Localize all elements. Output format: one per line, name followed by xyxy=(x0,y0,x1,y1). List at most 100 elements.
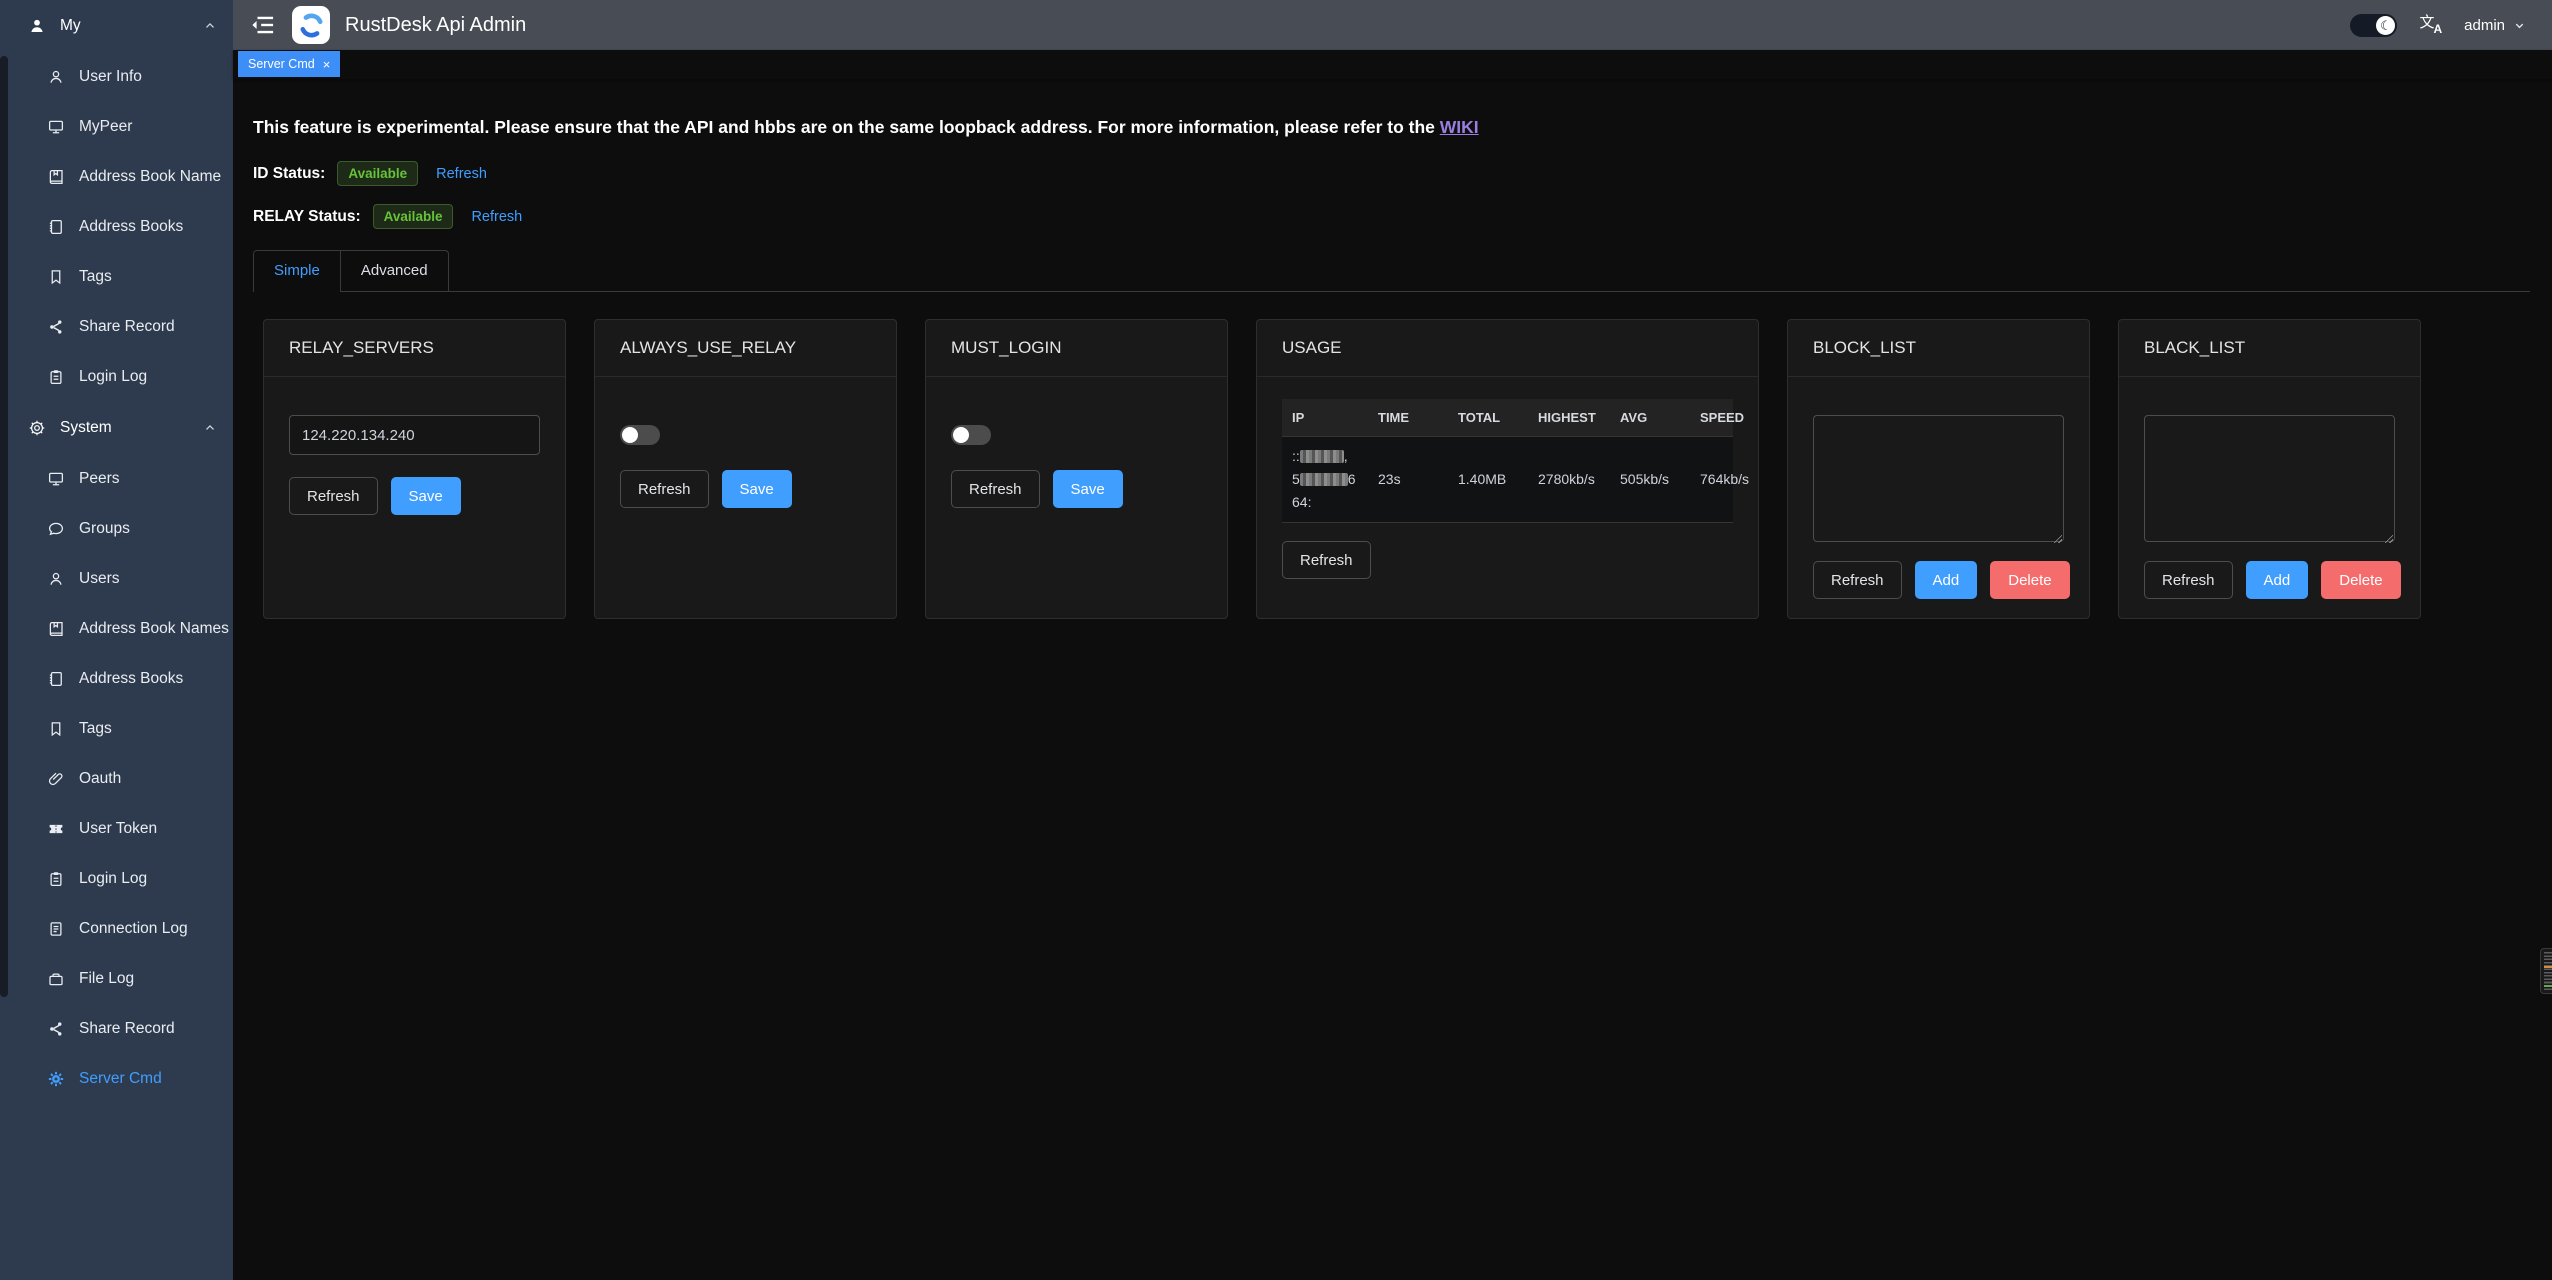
sidebar-item-connection-log[interactable]: Connection Log xyxy=(0,904,233,954)
sidebar-item-label: Groups xyxy=(79,520,130,538)
theme-toggle[interactable]: ☾ xyxy=(2350,14,2397,37)
sidebar-item-label: Share Record xyxy=(79,318,175,336)
clipped-edge-widget[interactable] xyxy=(2540,948,2552,994)
black-list-delete-button[interactable]: Delete xyxy=(2321,561,2400,599)
must-login-toggle[interactable] xyxy=(951,425,991,445)
sidebar-item-label: Address Books xyxy=(79,670,183,688)
sidebar-item-label: Login Log xyxy=(79,368,147,386)
cards-row: RELAY_SERVERS Refresh Save ALWAYS_USE_RE… xyxy=(263,319,2530,619)
monitor-icon xyxy=(47,118,65,136)
sidebar-item-tags[interactable]: Tags xyxy=(0,252,233,302)
tag-view-bar: Server Cmd × xyxy=(233,50,2552,79)
relay-servers-save-button[interactable]: Save xyxy=(391,477,461,515)
sidebar-item-mypeer[interactable]: MyPeer xyxy=(0,102,233,152)
usage-highest-cell: 2780kb/s xyxy=(1528,437,1610,523)
ticket-icon xyxy=(47,820,65,838)
sidebar-item-label: Address Book Name xyxy=(79,168,221,186)
rustdesk-logo-icon xyxy=(292,6,330,44)
black-list-textarea[interactable] xyxy=(2144,415,2395,542)
sidebar-item-share-record[interactable]: Share Record xyxy=(0,1004,233,1054)
user-solid-icon xyxy=(28,17,46,35)
tab-simple[interactable]: Simple xyxy=(254,251,340,292)
sidebar-group-system[interactable]: System xyxy=(0,402,233,454)
chat-icon xyxy=(47,520,65,538)
block-list-delete-button[interactable]: Delete xyxy=(1990,561,2069,599)
notebook-icon xyxy=(47,218,65,236)
must-login-refresh-button[interactable]: Refresh xyxy=(951,470,1040,508)
card-always-use-relay: ALWAYS_USE_RELAY Refresh Save xyxy=(594,319,897,619)
card-title: RELAY_SERVERS xyxy=(264,320,565,377)
block-list-textarea[interactable] xyxy=(1813,415,2064,542)
mode-tabs: Simple Advanced xyxy=(253,250,2530,292)
menu-fold-icon[interactable] xyxy=(252,15,274,35)
sidebar-item-label: Address Books xyxy=(79,218,183,236)
sidebar-item-address-books[interactable]: Address Books xyxy=(0,202,233,252)
always-use-relay-refresh-button[interactable]: Refresh xyxy=(620,470,709,508)
relay-servers-input[interactable] xyxy=(289,415,540,455)
page-title: RustDesk Api Admin xyxy=(345,14,526,37)
sidebar-item-users[interactable]: Users xyxy=(0,554,233,604)
chevron-down-icon xyxy=(2513,19,2526,32)
sidebar-item-label: MyPeer xyxy=(79,118,132,136)
translate-icon[interactable]: 文A xyxy=(2419,13,2442,37)
sidebar-item-address-book-names[interactable]: Address Book Names xyxy=(0,604,233,654)
usage-table-row: ::, 56 64: 23s 1.40MB 2780kb/s 505kb/s 7… xyxy=(1282,437,1733,523)
sidebar-item-tags[interactable]: Tags xyxy=(0,704,233,754)
usage-col-time: TIME xyxy=(1368,399,1448,437)
sidebar-group-label: System xyxy=(60,419,112,437)
usage-col-total: TOTAL xyxy=(1448,399,1528,437)
sidebar-item-login-log[interactable]: Login Log xyxy=(0,352,233,402)
user-dropdown[interactable]: admin xyxy=(2464,17,2526,34)
relay-status-badge: Available xyxy=(373,204,454,229)
user-icon xyxy=(47,570,65,588)
sidebar-item-server-cmd[interactable]: Server Cmd xyxy=(0,1054,233,1104)
sidebar-item-file-log[interactable]: File Log xyxy=(0,954,233,1004)
sidebar-item-label: Connection Log xyxy=(79,920,188,938)
archive-icon xyxy=(47,970,65,988)
block-list-refresh-button[interactable]: Refresh xyxy=(1813,561,1902,599)
usage-speed-cell: 764kb/s xyxy=(1690,437,1733,523)
relay-servers-refresh-button[interactable]: Refresh xyxy=(289,477,378,515)
must-login-save-button[interactable]: Save xyxy=(1053,470,1123,508)
sidebar-item-label: File Log xyxy=(79,970,134,988)
sidebar-item-label: Users xyxy=(79,570,119,588)
sidebar-item-label: User Info xyxy=(79,68,142,86)
id-status-label: ID Status: xyxy=(253,165,325,183)
monitor-icon xyxy=(47,470,65,488)
sidebar-item-address-book-name[interactable]: Address Book Name xyxy=(0,152,233,202)
usage-refresh-button[interactable]: Refresh xyxy=(1282,541,1371,579)
relay-status-row: RELAY Status: Available Refresh xyxy=(253,204,2530,229)
share-icon xyxy=(47,318,65,336)
black-list-refresh-button[interactable]: Refresh xyxy=(2144,561,2233,599)
always-use-relay-toggle[interactable] xyxy=(620,425,660,445)
book-icon xyxy=(47,168,65,186)
tag-label: Server Cmd xyxy=(248,57,315,71)
card-relay-servers: RELAY_SERVERS Refresh Save xyxy=(263,319,566,619)
card-block-list: BLOCK_LIST Refresh Add Delete xyxy=(1787,319,2090,619)
sidebar-item-login-log[interactable]: Login Log xyxy=(0,854,233,904)
card-usage: USAGE IPTIMETOTALHIGHESTAVGSPEED ::, 56 xyxy=(1256,319,1759,619)
relay-status-refresh-link[interactable]: Refresh xyxy=(471,209,522,225)
notebook-icon xyxy=(47,670,65,688)
id-status-refresh-link[interactable]: Refresh xyxy=(436,166,487,182)
sidebar-item-peers[interactable]: Peers xyxy=(0,454,233,504)
block-list-add-button[interactable]: Add xyxy=(1915,561,1978,599)
tab-advanced[interactable]: Advanced xyxy=(340,251,448,292)
sidebar-group-label: My xyxy=(60,17,81,35)
tag-close-icon[interactable]: × xyxy=(323,58,331,71)
sidebar-item-user-info[interactable]: User Info xyxy=(0,52,233,102)
redacted-text xyxy=(1300,473,1348,486)
sidebar-item-share-record[interactable]: Share Record xyxy=(0,302,233,352)
sidebar-item-address-books[interactable]: Address Books xyxy=(0,654,233,704)
sidebar-item-user-token[interactable]: User Token xyxy=(0,804,233,854)
card-title: BLACK_LIST xyxy=(2119,320,2420,377)
tag-server-cmd[interactable]: Server Cmd × xyxy=(238,51,340,77)
always-use-relay-save-button[interactable]: Save xyxy=(722,470,792,508)
sidebar-item-oauth[interactable]: Oauth xyxy=(0,754,233,804)
sidebar-group-my[interactable]: My xyxy=(0,0,233,52)
wiki-link[interactable]: WIKI xyxy=(1440,117,1479,137)
black-list-add-button[interactable]: Add xyxy=(2246,561,2309,599)
sidebar-item-groups[interactable]: Groups xyxy=(0,504,233,554)
sidebar-scrollbar-thumb[interactable] xyxy=(0,56,8,997)
share-icon xyxy=(47,1020,65,1038)
